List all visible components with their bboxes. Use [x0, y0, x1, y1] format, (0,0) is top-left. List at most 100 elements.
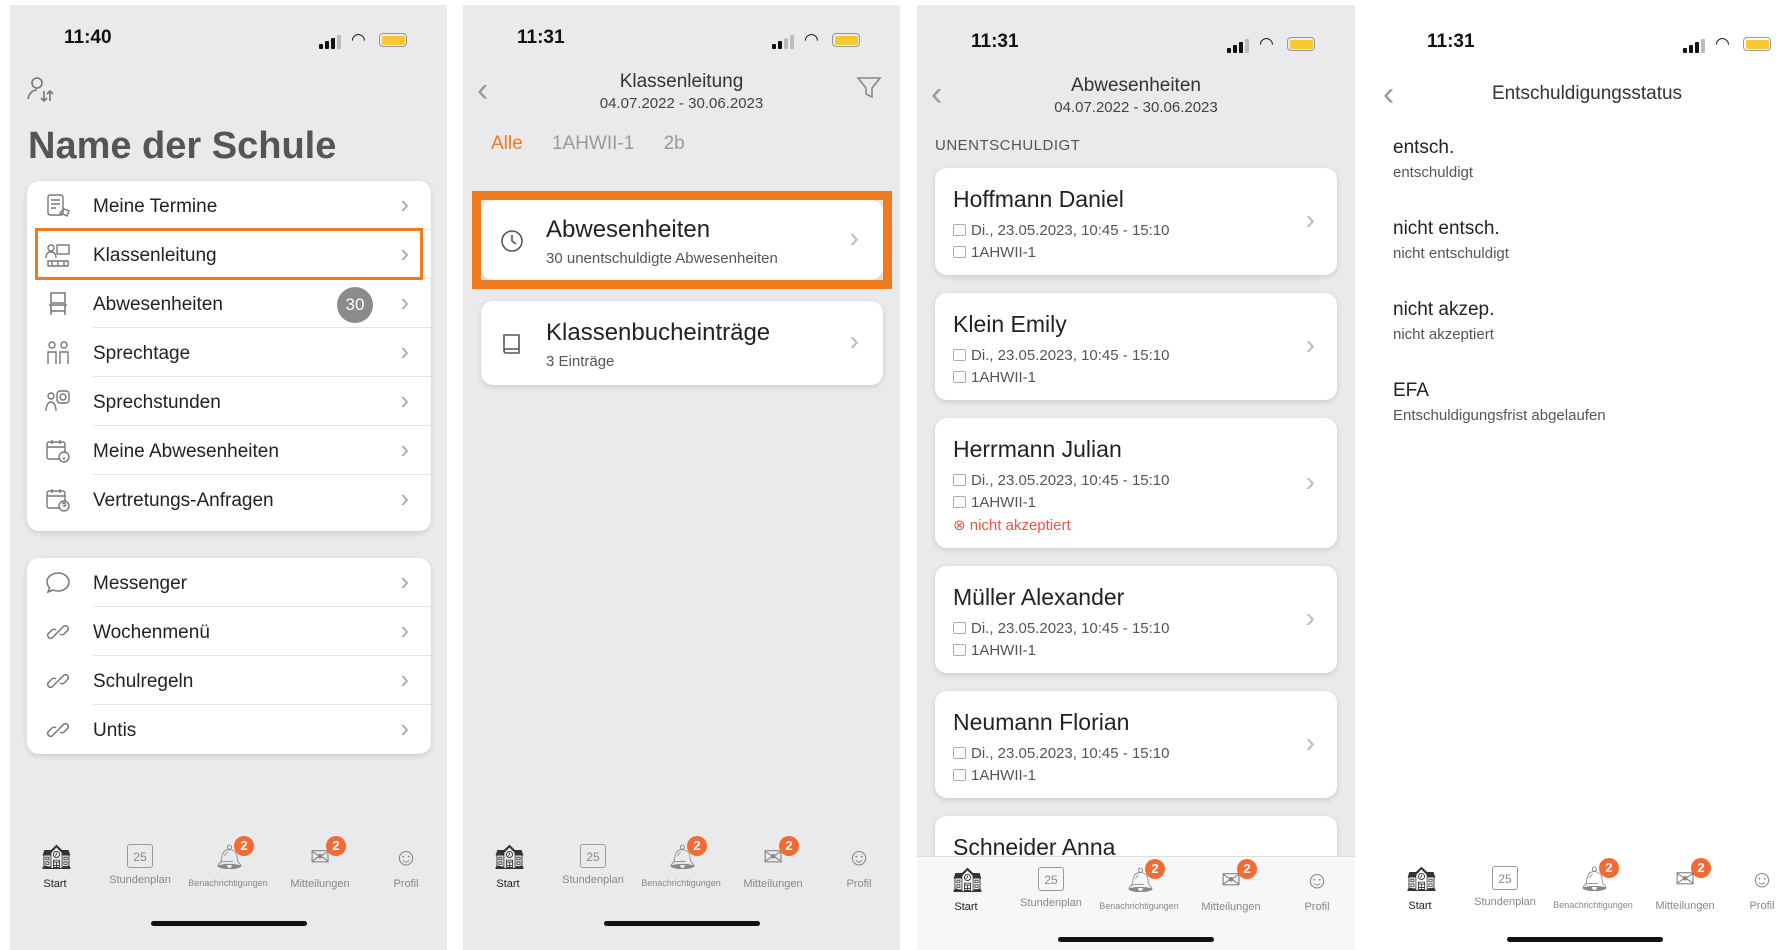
menu-item-messenger[interactable]: Messenger › — [27, 558, 431, 607]
page-title: Name der Schule — [28, 125, 337, 167]
nav-title-text: Abwesenheiten — [1071, 75, 1201, 96]
menu-card-main: Meine Termine › Klassenleitung › Abwesen… — [27, 181, 431, 531]
chevron-right-icon: › — [1305, 329, 1315, 360]
tab-label: Benachrichtigungen — [188, 878, 268, 888]
tab-mitteilungen[interactable]: ✉︎ 2 Mitteilungen — [1645, 858, 1725, 912]
battery-icon — [1743, 37, 1771, 51]
menu-item-untis[interactable]: Untis › — [27, 705, 431, 754]
tab-profil[interactable]: ☺︎ Profil — [839, 844, 879, 890]
status-icons: ◠ — [772, 31, 862, 49]
notification-badge: 2 — [1599, 858, 1619, 878]
item-subtitle: 30 unentschuldigte Abwesenheiten — [546, 250, 778, 267]
tab-label: Stundenplan — [1020, 897, 1082, 909]
status-value: Entschuldigungsfrist abgelaufen — [1393, 407, 1606, 424]
absence-class-text: 1AHWII-1 — [971, 767, 1037, 784]
class-icon — [953, 644, 966, 656]
menu-item-klassenleitung[interactable]: Klassenleitung › — [27, 230, 431, 279]
class-icon — [953, 496, 966, 508]
status-time: 11:31 — [971, 31, 1019, 52]
menu-item-abwesenheiten[interactable]: Abwesenheiten 30 › — [27, 279, 431, 328]
item-abwesenheiten[interactable]: Abwesenheiten 30 unentschuldigte Abwesen… — [481, 200, 883, 280]
tab-mitteilungen[interactable]: ✉︎ 2 Mitteilungen — [1191, 859, 1271, 913]
screen-home: 11:40 ◠ Name der Schule Meine Termine › … — [10, 5, 447, 950]
menu-item-sprechstunden[interactable]: Sprechstunden › — [27, 377, 431, 426]
home-indicator — [1507, 937, 1663, 942]
status-icons: ◠ — [1227, 35, 1317, 53]
status-entry: nicht akzep. nicht akzeptiert — [1393, 299, 1494, 343]
item-klassenbucheintraege[interactable]: Klassenbucheinträge 3 Einträge › — [481, 301, 883, 385]
chevron-right-icon: › — [1305, 204, 1315, 235]
absence-class-text: 1AHWII-1 — [971, 642, 1037, 659]
chat-icon — [45, 570, 71, 596]
filter-icon[interactable] — [856, 75, 882, 106]
bell-icon: 🔔︎ 2 — [667, 836, 707, 872]
menu-item-label: Wochenmenü — [93, 622, 210, 643]
battery-icon — [379, 33, 407, 47]
bell-icon: 🔔︎ 2 — [214, 836, 254, 872]
tab-mitteilungen[interactable]: ✉︎ 2 Mitteilungen — [280, 836, 360, 890]
menu-item-meine-abwesenheiten[interactable]: Meine Abwesenheiten › — [27, 426, 431, 475]
status-key: nicht akzep. — [1393, 299, 1495, 320]
absence-date-text: Di., 23.05.2023, 10:45 - 15:10 — [971, 472, 1170, 489]
class-filter: Alle 1AHWII-1 2b — [491, 133, 709, 155]
student-name: Herrmann Julian — [953, 436, 1122, 462]
tab-start[interactable]: 🏫︎ Start — [32, 844, 78, 890]
chevron-right-icon: › — [400, 336, 409, 366]
tab-bar: 🏫︎ Start 25 Stundenplan 🔔︎ 2 Benachrichtigun… — [10, 822, 447, 927]
book-icon — [499, 331, 525, 362]
tab-stundenplan[interactable]: 25 Stundenplan — [100, 844, 180, 886]
segment-2b[interactable]: 2b — [664, 133, 685, 154]
tab-start[interactable]: 🏫︎ Start — [485, 844, 531, 890]
segment-alle[interactable]: Alle — [491, 133, 523, 154]
menu-item-sprechtage[interactable]: Sprechtage › — [27, 328, 431, 377]
absence-card[interactable]: Herrmann Julian Di., 23.05.2023, 10:45 -… — [935, 418, 1337, 548]
chevron-right-icon: › — [1305, 727, 1315, 758]
status-bar: 11:31 ◠ — [917, 31, 1355, 55]
absence-card[interactable]: Hoffmann Daniel Di., 23.05.2023, 10:45 -… — [935, 168, 1337, 275]
segment-1ahwii-1[interactable]: 1AHWII-1 — [552, 133, 634, 154]
student-name: Müller Alexander — [953, 584, 1125, 610]
tab-profil[interactable]: ☺︎ Profil — [1743, 866, 1781, 912]
tab-stundenplan[interactable]: 25 Stundenplan — [1465, 866, 1545, 908]
menu-item-wochenmenu[interactable]: Wochenmenü › — [27, 607, 431, 656]
tab-profil[interactable]: ☺︎ Profil — [1297, 867, 1337, 913]
tab-label: Profil — [846, 878, 872, 890]
switch-user-icon[interactable] — [26, 75, 56, 105]
menu-item-vertretungs-anfragen[interactable]: Vertretungs-Anfragen › — [27, 475, 431, 524]
tab-benachrichtigungen[interactable]: 🔔︎ 2 Benachrichtigungen — [1547, 858, 1639, 910]
people-icon — [45, 340, 71, 366]
mail-icon: ✉︎ 2 — [759, 836, 799, 872]
status-entry: entsch. entschuldigt — [1393, 137, 1473, 181]
menu-item-label: Vertretungs-Anfragen — [93, 490, 274, 511]
tab-label: Mitteilungen — [1201, 901, 1261, 913]
chevron-right-icon: › — [400, 713, 409, 743]
absence-card[interactable]: Neumann Florian Di., 23.05.2023, 10:45 -… — [935, 691, 1337, 798]
tab-benachrichtigungen[interactable]: 🔔︎ 2 Benachrichtigungen — [635, 836, 727, 888]
chevron-right-icon: › — [400, 287, 409, 317]
tab-start[interactable]: 🏫︎ Start — [943, 867, 989, 913]
battery-icon — [832, 33, 860, 47]
tab-stundenplan[interactable]: 25 Stundenplan — [553, 844, 633, 886]
status-bar: 11:40 ◠ — [10, 27, 447, 51]
tab-label: Mitteilungen — [743, 878, 803, 890]
tab-stundenplan[interactable]: 25 Stundenplan — [1011, 867, 1091, 909]
school-icon: 🏫︎ — [952, 867, 983, 894]
tab-benachrichtigungen[interactable]: 🔔︎ 2 Benachrichtigungen — [1093, 859, 1185, 911]
status-bar: 11:31 ◠ — [463, 27, 900, 51]
school-icon: 🏫︎ — [1406, 866, 1437, 893]
tab-label: Benachrichtigungen — [641, 878, 721, 888]
absence-card[interactable]: Klein Emily Di., 23.05.2023, 10:45 - 15:… — [935, 293, 1337, 400]
tab-label: Benachrichtigungen — [1553, 900, 1633, 910]
item-subtitle: 3 Einträge — [546, 353, 615, 370]
tab-mitteilungen[interactable]: ✉︎ 2 Mitteilungen — [733, 836, 813, 890]
tab-benachrichtigungen[interactable]: 🔔︎ 2 Benachrichtigungen — [182, 836, 274, 888]
tab-profil[interactable]: ☺︎ Profil — [386, 844, 426, 890]
absence-card[interactable]: Müller Alexander Di., 23.05.2023, 10:45 … — [935, 566, 1337, 673]
consultation-icon — [45, 389, 71, 415]
notification-badge: 2 — [1145, 859, 1165, 879]
tab-start[interactable]: 🏫︎ Start — [1397, 866, 1443, 912]
menu-item-schulregeln[interactable]: Schulregeln › — [27, 656, 431, 705]
absence-date: Di., 23.05.2023, 10:45 - 15:10 — [953, 222, 1169, 239]
menu-item-meine-termine[interactable]: Meine Termine › — [27, 181, 431, 230]
menu-item-label: Sprechtage — [93, 343, 191, 364]
